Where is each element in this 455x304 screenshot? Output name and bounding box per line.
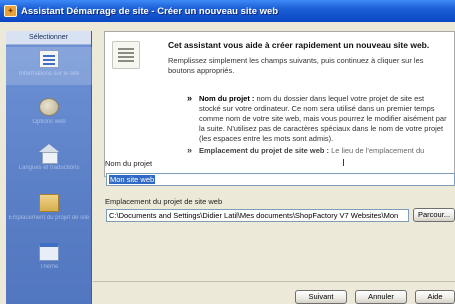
divider [93,281,455,282]
document-icon [39,50,59,68]
title-bar: ✦ Assistant Démarrage de site - Créer un… [0,0,455,22]
help-button[interactable]: Aide [415,290,455,304]
next-button[interactable]: Suivant [295,290,347,304]
sidebar-item-label: Informations sur le site [18,71,80,77]
cancel-button[interactable]: Annuler [355,290,407,304]
sidebar-item-label: Langues et traductions [18,165,80,171]
sidebar-item-languages[interactable]: Langues et traductions [6,144,92,172]
sidebar-item-site-info[interactable]: Informations sur le site [6,47,92,85]
bullet-label: Emplacement du projet de site web : [199,146,330,155]
location-input[interactable]: C:\Documents and Settings\Didier Latil\M… [106,209,409,222]
sidebar: Sélectionner Informations sur le site Op… [6,31,92,304]
folder-icon [39,194,59,212]
browse-button[interactable]: Parcour... [413,208,455,222]
window-title: Assistant Démarrage de site - Créer un n… [21,5,279,17]
sidebar-header: Sélectionner [6,31,91,45]
project-name-input[interactable]: Mon site web [106,173,455,186]
location-label: Emplacement du projet de site web [105,197,223,206]
window-icon [39,243,59,261]
info-intro: Remplissez simplement les champs suivant… [168,56,424,75]
sidebar-item-label: Options web [32,119,66,125]
info-bullet: Nom du projet : nom du dossier dans lequ… [187,93,447,144]
globe-icon [39,98,59,116]
info-title: Cet assistant vous aide à créer rapideme… [168,40,430,50]
info-panel: Cet assistant vous aide à créer rapideme… [104,31,455,177]
info-bullet: Emplacement du projet de site web : Le l… [187,146,447,156]
sidebar-item-web-options[interactable]: Options web [6,98,92,126]
sidebar-item-theme[interactable]: Thème [6,243,92,271]
document-icon [112,41,140,69]
main-content: Cet assistant vous aide à créer rapideme… [93,22,455,304]
sidebar-item-label: Emplacement du projet de site [8,215,90,221]
sidebar-item-label: Thème [39,264,59,270]
project-name-value: Mon site web [109,175,156,184]
info-list: Nom du projet : nom du dossier dans lequ… [187,93,447,156]
app-icon: ✦ [4,5,17,17]
project-name-label: Nom du projet [105,159,153,168]
sidebar-item-location[interactable]: Emplacement du projet de site [6,194,92,222]
bullet-text: Le lieu de l'emplacement du [331,146,425,155]
house-icon [39,144,59,164]
text-cursor-icon: I [342,158,345,169]
bullet-label: Nom du projet : [199,94,255,103]
